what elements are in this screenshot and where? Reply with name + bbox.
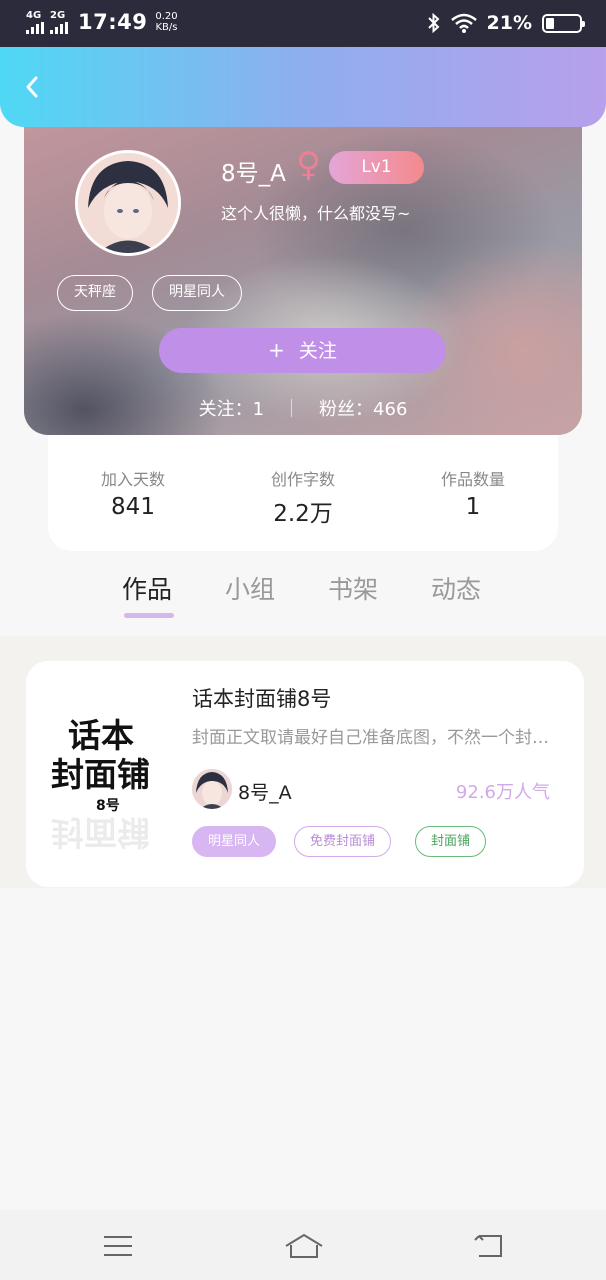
level-badge: Lv1 — [329, 151, 424, 184]
menu-button[interactable] — [100, 1228, 136, 1264]
female-gender-icon: ♀ — [296, 145, 321, 185]
battery-percent: 21% — [486, 12, 532, 34]
home-button[interactable] — [283, 1228, 325, 1264]
tab-works[interactable]: 作品 — [122, 570, 172, 606]
work-tag[interactable]: 明星同人 — [192, 826, 277, 857]
clock: 17:49 — [78, 10, 148, 34]
following-count[interactable]: 关注：1 — [199, 395, 264, 421]
plus-icon: + — [268, 338, 285, 362]
avatar-illustration — [78, 153, 178, 253]
network-2g-indicator: 2G — [50, 10, 68, 34]
cover-reflection: 封面铺 — [51, 813, 150, 852]
bio-text: 这个人很懒，什么都没写~ — [221, 204, 411, 223]
work-tag[interactable]: 免费封面铺 — [294, 826, 392, 857]
work-tag[interactable]: 封面铺 — [415, 826, 487, 857]
work-card[interactable]: 话本 封面铺 8号 封面铺 话本封面铺8号 封面正文取请最好自己准备底图，不然一… — [26, 661, 584, 887]
follow-stats: 关注：1 粉丝：466 — [24, 395, 582, 421]
popularity-count: 92.6万人气 — [455, 782, 550, 803]
tab-bookshelf[interactable]: 书架 — [328, 570, 378, 606]
author-avatar-illustration — [192, 769, 232, 809]
profile-tag[interactable]: 天秤座 — [57, 275, 133, 311]
stat-works-count: 作品数量 1 — [440, 470, 505, 520]
signal-bars-icon — [26, 21, 44, 34]
profile-card: 8号_A ♀ Lv1 这个人很懒，什么都没写~ 天秤座 明星同人 + 关注 关注：… — [24, 110, 582, 435]
status-bar: 4G 2G 17:49 0.20 KB/s 21% — [0, 0, 606, 47]
follow-button[interactable]: + 关注 — [159, 328, 446, 373]
header-bar — [0, 47, 606, 127]
chevron-left-icon — [26, 76, 38, 98]
author-name[interactable]: 8号_A — [238, 778, 292, 805]
stat-join-days: 加入天数 841 — [100, 470, 165, 520]
menu-icon — [104, 1236, 132, 1256]
network-speed: 0.20 KB/s — [155, 11, 178, 33]
work-cover[interactable]: 话本 封面铺 8号 封面铺 — [46, 701, 176, 861]
battery-icon — [542, 13, 585, 33]
system-nav-bar — [0, 1210, 606, 1280]
work-description: 封面正文取请最好自己准备底图，不然一个封面要等好久 — [192, 728, 552, 748]
active-tab-indicator — [124, 613, 174, 618]
return-icon — [474, 1235, 502, 1257]
tab-activity[interactable]: 动态 — [431, 570, 481, 606]
work-title[interactable]: 话本封面铺8号 — [192, 683, 331, 713]
home-icon — [285, 1233, 323, 1258]
avatar[interactable] — [75, 150, 181, 256]
stats-card: 加入天数 841 创作字数 2.2万 作品数量 1 — [48, 430, 558, 551]
signal-bars-icon — [50, 21, 68, 34]
author-avatar[interactable] — [192, 769, 232, 809]
username: 8号_A — [221, 161, 286, 187]
network-4g-indicator: 4G — [26, 10, 44, 34]
divider — [291, 399, 293, 417]
back-button[interactable] — [18, 73, 46, 101]
wifi-icon — [450, 13, 477, 33]
fans-count[interactable]: 粉丝：466 — [319, 395, 407, 421]
profile-tag[interactable]: 明星同人 — [152, 275, 242, 311]
back-nav-button[interactable] — [470, 1228, 506, 1264]
bluetooth-icon — [427, 13, 439, 33]
tab-bar: 作品 小组 书架 动态 — [0, 565, 606, 635]
stat-word-count: 创作字数 2.2万 — [270, 470, 335, 527]
tab-groups[interactable]: 小组 — [225, 570, 275, 606]
